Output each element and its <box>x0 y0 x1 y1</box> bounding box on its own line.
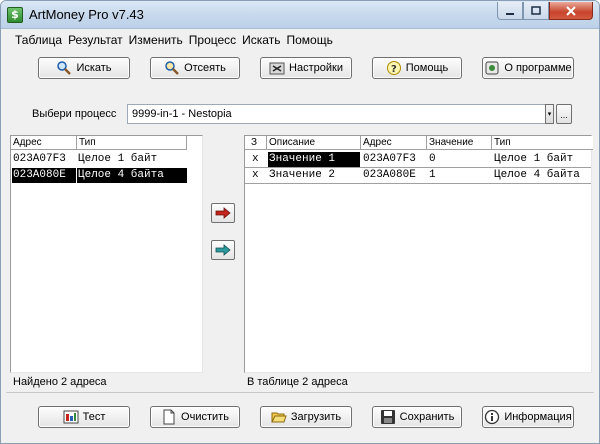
menu-bar: Таблица Результат Изменить Процесс Искат… <box>13 32 336 48</box>
info-button[interactable]: Информация <box>482 406 574 428</box>
results-type[interactable]: Целое 1 байт <box>77 152 187 167</box>
clear-button[interactable]: Очистить <box>150 406 240 428</box>
help-button-label: Помощь <box>405 62 449 74</box>
main-window: $ ArtMoney Pro v7.43 Таблица Результат И… <box>0 0 600 444</box>
info-button-label: Информация <box>504 411 572 423</box>
menu-help[interactable]: Помощь <box>283 32 335 48</box>
results-status: Найдено 2 адреса <box>13 376 107 388</box>
close-icon <box>566 5 576 16</box>
chevron-down-icon: ▾ <box>547 111 552 118</box>
menu-result[interactable]: Результат <box>65 32 126 48</box>
search-button-label: Искать <box>76 62 112 74</box>
table-address[interactable]: 023A080E <box>362 168 426 183</box>
app-icon: $ <box>7 7 23 23</box>
status-divider <box>6 392 594 393</box>
address-table-panel: З Описание Адрес Значение Тип x Значение… <box>244 135 593 373</box>
table-status: В таблице 2 адреса <box>247 376 348 388</box>
about-button-label: О программе <box>504 62 572 74</box>
add-all-to-table-button[interactable] <box>211 240 235 260</box>
new-file-icon <box>161 409 177 425</box>
close-button[interactable] <box>549 2 593 20</box>
floppy-disk-icon <box>380 409 396 425</box>
row-divider <box>245 183 591 184</box>
save-button-label: Сохранить <box>399 411 455 423</box>
menu-search[interactable]: Искать <box>239 32 283 48</box>
results-header-type[interactable]: Тип <box>77 136 187 150</box>
process-browse-button[interactable]: ... <box>556 104 572 124</box>
table-header-type[interactable]: Тип <box>492 136 593 150</box>
svg-text:?: ? <box>391 64 397 75</box>
load-button-label: Загрузить <box>290 411 342 423</box>
menu-edit[interactable]: Изменить <box>126 32 186 48</box>
settings-icon <box>269 60 285 76</box>
results-type[interactable]: Целое 4 байта <box>77 168 187 183</box>
window-title: ArtMoney Pro v7.43 <box>29 7 144 22</box>
settings-button[interactable]: Настройки <box>260 57 352 79</box>
info-icon <box>484 409 500 425</box>
window-controls <box>497 2 593 20</box>
settings-button-label: Настройки <box>289 62 343 74</box>
load-button[interactable]: Загрузить <box>260 406 352 428</box>
menu-process[interactable]: Процесс <box>186 32 239 48</box>
table-freeze-mark[interactable]: x <box>251 152 265 167</box>
table-description[interactable]: Значение 1 <box>268 152 360 167</box>
table-type[interactable]: Целое 1 байт <box>493 152 591 167</box>
magnifier-filter-icon <box>164 60 180 76</box>
process-dropdown-button[interactable]: ▾ <box>545 104 554 124</box>
results-address[interactable]: 023A080E <box>12 168 76 183</box>
filter-button-label: Отсеять <box>184 62 226 74</box>
question-icon: ? <box>386 60 402 76</box>
table-freeze-mark[interactable]: x <box>251 168 265 183</box>
table-header-description[interactable]: Описание <box>267 136 361 150</box>
menu-table[interactable]: Таблица <box>13 32 65 48</box>
clear-button-label: Очистить <box>181 411 229 423</box>
table-value[interactable]: 0 <box>428 152 491 167</box>
table-description[interactable]: Значение 2 <box>268 168 360 183</box>
minimize-icon <box>506 12 514 15</box>
about-icon <box>484 60 500 76</box>
title-bar: $ ArtMoney Pro v7.43 <box>1 1 599 29</box>
about-button[interactable]: О программе <box>482 57 574 79</box>
table-header-address[interactable]: Адрес <box>361 136 427 150</box>
search-results-panel: Адрес Тип 023A07F3 Целое 1 байт 023A080E… <box>10 135 203 373</box>
maximize-button[interactable] <box>523 2 549 20</box>
folder-open-icon <box>271 409 287 425</box>
test-button-label: Тест <box>82 411 106 423</box>
add-to-table-button[interactable] <box>211 203 235 223</box>
save-button[interactable]: Сохранить <box>372 406 462 428</box>
test-button[interactable]: Тест <box>38 406 130 428</box>
test-icon <box>63 409 79 425</box>
table-value[interactable]: 1 <box>428 168 491 183</box>
process-label: Выбери процесс <box>32 108 117 120</box>
minimize-button[interactable] <box>497 2 523 20</box>
maximize-icon <box>531 5 541 15</box>
arrow-right-icon <box>215 207 231 219</box>
table-header-freeze[interactable]: З <box>245 136 267 150</box>
results-address[interactable]: 023A07F3 <box>12 152 76 167</box>
table-header-value[interactable]: Значение <box>427 136 492 150</box>
table-address[interactable]: 023A07F3 <box>362 152 426 167</box>
search-button[interactable]: Искать <box>38 57 130 79</box>
process-select[interactable]: 9999-in-1 - Nestopia <box>127 104 554 124</box>
help-button[interactable]: ? Помощь <box>372 57 462 79</box>
magnifier-icon <box>56 60 72 76</box>
arrow-right-teal-icon <box>215 244 231 256</box>
results-header-address[interactable]: Адрес <box>11 136 77 150</box>
table-type[interactable]: Целое 4 байта <box>493 168 591 183</box>
filter-button[interactable]: Отсеять <box>150 57 240 79</box>
